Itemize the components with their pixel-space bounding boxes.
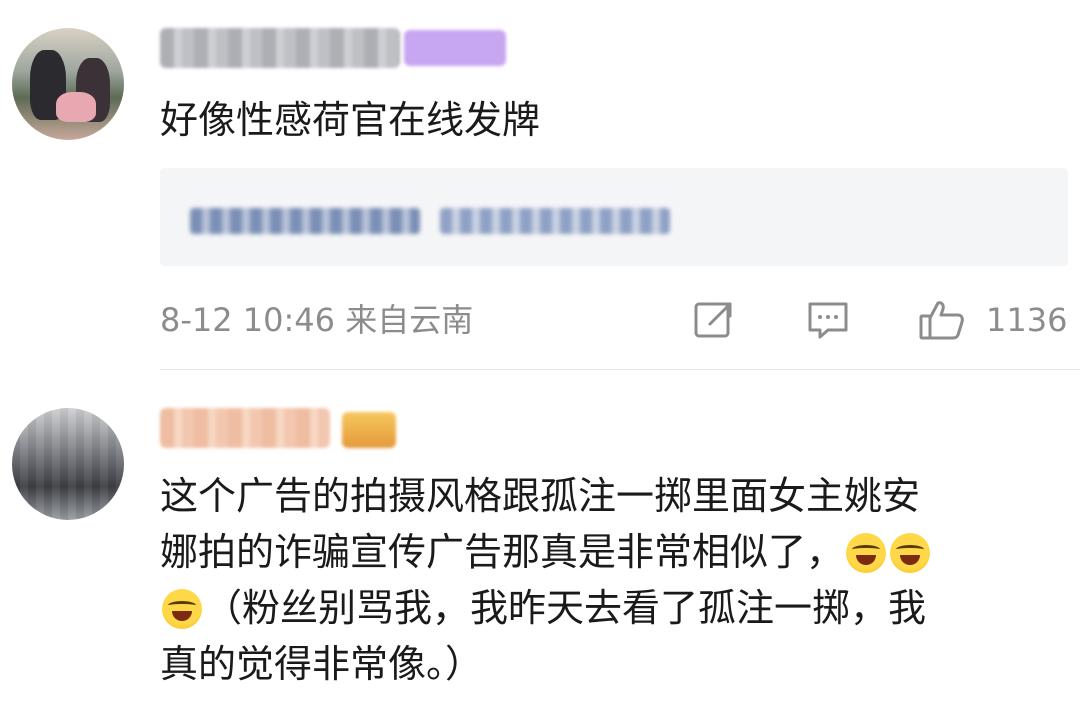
reply-button[interactable] [806,300,850,340]
comment-text-line: 娜拍的诈骗宣传广告那真是非常相似了， [160,524,1060,580]
comment-item: 这个广告的拍摄风格跟孤注一掷里面女主姚安 娜拍的诈骗宣传广告那真是非常相似了， … [0,370,1080,717]
comment-icon [808,302,848,339]
user-badge [404,30,506,66]
laughing-crying-emoji [162,589,202,629]
comment-meta: 8-12 10:46 来自云南 [160,301,474,339]
username-blurred[interactable] [160,28,400,68]
share-icon [694,302,732,338]
comment-text: 好像性感荷官在线发牌 [160,98,541,142]
comment-text-line: （粉丝别骂我，我昨天去看了孤注一掷，我 [160,580,1060,636]
comment-text-line: 这个广告的拍摄风格跟孤注一掷里面女主姚安 [160,474,921,518]
comment-text-line: 真的觉得非常像。） [160,642,484,686]
reply-preview[interactable] [160,168,1068,266]
user-avatar[interactable] [12,28,124,140]
username-blurred[interactable] [160,408,330,448]
user-avatar[interactable] [12,408,124,520]
user-level-badge [342,412,396,448]
laughing-crying-emoji [846,533,887,573]
like-icon [919,301,964,340]
laughing-crying-emoji [890,533,931,573]
reply-author-blurred [190,208,420,234]
comment-text: 这个广告的拍摄风格跟孤注一掷里面女主姚安 娜拍的诈骗宣传广告那真是非常相似了， … [160,468,1060,692]
share-button[interactable] [692,300,736,340]
like-button[interactable]: 1136 [918,300,1067,340]
like-count: 1136 [986,301,1068,339]
comment-item: 好像性感荷官在线发牌 8-12 10:46 来自云南 1136 [0,0,1080,370]
reply-snippet-blurred [440,208,670,234]
